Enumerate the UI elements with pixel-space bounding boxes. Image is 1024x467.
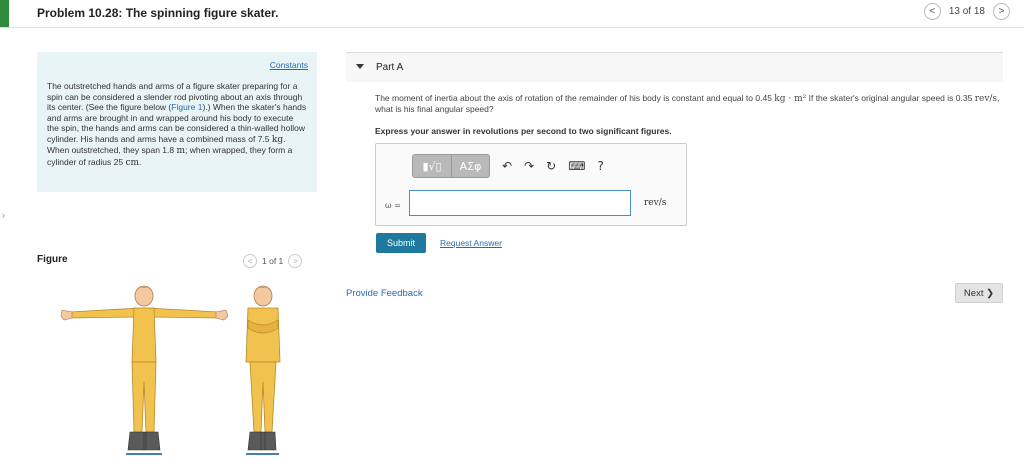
inertia-value: 0.45 xyxy=(755,93,772,103)
speed-unit: rev/s xyxy=(974,94,998,104)
answer-unit: rev/s xyxy=(644,198,667,208)
skater-head xyxy=(134,285,154,307)
skater-figure xyxy=(60,285,281,455)
problem-count: 13 of 18 xyxy=(948,6,985,17)
collapse-caret-icon[interactable] xyxy=(356,64,364,69)
keyboard-icon[interactable]: ⌨ xyxy=(568,159,585,173)
skater2-head xyxy=(253,285,273,307)
problem-pager: < 13 of 18 > xyxy=(923,3,1010,20)
skater-legs xyxy=(131,361,157,433)
submit-button[interactable]: Submit xyxy=(376,233,426,253)
redo-icon[interactable]: ↷ xyxy=(524,159,534,173)
answer-box: ▮√▯ ΑΣφ ↶ ↷ ↻ ⌨ ? ω = rev/s xyxy=(375,143,687,226)
problem-text: The outstretched hands and arms of a fig… xyxy=(47,81,307,168)
figure-label: Figure xyxy=(37,254,68,265)
span-value: 1.8 xyxy=(162,145,175,155)
request-answer-link[interactable]: Request Answer xyxy=(440,238,502,248)
figure-pager: < 1 of 1 > xyxy=(243,254,303,268)
skater-right-hand xyxy=(215,309,229,321)
help-icon[interactable]: ? xyxy=(598,159,604,173)
problem-statement-box: Constants The outstretched hands and arm… xyxy=(37,52,317,192)
constants-link[interactable]: Constants xyxy=(270,60,308,71)
skater-torso xyxy=(131,307,157,363)
question-part2: If the skater's original angular speed i… xyxy=(806,93,956,103)
part-question: The moment of inertia about the axis of … xyxy=(375,93,1005,114)
symbols-button[interactable]: ΑΣφ xyxy=(452,154,490,178)
prev-figure-icon[interactable]: < xyxy=(243,254,257,268)
span-unit: m xyxy=(176,146,186,156)
answer-input[interactable] xyxy=(409,190,631,216)
inertia-unit: kg · m² xyxy=(774,94,807,104)
skater2-torso xyxy=(245,307,281,363)
math-toolbar: ▮√▯ ΑΣφ ↶ ↷ ↻ ⌨ ? xyxy=(412,154,604,178)
radius-unit: cm xyxy=(125,157,140,168)
skater2-boots xyxy=(247,431,277,451)
radius-value: 25 xyxy=(113,156,124,167)
question-part1: The moment of inertia about the axis of … xyxy=(375,93,756,103)
provide-feedback-link[interactable]: Provide Feedback xyxy=(346,288,423,299)
part-a-header[interactable]: Part A xyxy=(346,52,1003,82)
next-figure-icon[interactable]: > xyxy=(288,254,303,268)
mass-unit: kg xyxy=(271,134,284,145)
problem-title: Problem 10.28: The spinning figure skate… xyxy=(37,6,279,20)
next-problem-icon[interactable]: > xyxy=(993,3,1010,20)
problem-header: Problem 10.28: The spinning figure skate… xyxy=(0,0,1024,28)
prev-problem-icon[interactable]: < xyxy=(923,3,941,20)
figure-link[interactable]: Figure 1 xyxy=(171,102,202,112)
problem-text-part5: . xyxy=(139,156,142,167)
figure-count: 1 of 1 xyxy=(262,256,284,266)
reset-icon[interactable]: ↻ xyxy=(546,159,556,173)
next-button[interactable]: Next ❯ xyxy=(955,283,1003,303)
skater-boots xyxy=(127,431,161,451)
variable-label: ω = xyxy=(385,201,401,210)
speed-value: 0.35 xyxy=(955,93,973,103)
skater-outstretched xyxy=(60,285,229,455)
answer-instruction: Express your answer in revolutions per s… xyxy=(375,126,672,136)
part-title: Part A xyxy=(376,62,404,73)
skater2-legs xyxy=(249,361,277,433)
skater-wrapped xyxy=(245,285,281,455)
undo-icon[interactable]: ↶ xyxy=(502,159,512,173)
mass-value: 7.5 xyxy=(257,133,270,144)
collapse-arrow-icon[interactable]: › xyxy=(2,210,5,220)
skater-left-hand xyxy=(60,309,73,321)
templates-button[interactable]: ▮√▯ xyxy=(412,154,452,178)
